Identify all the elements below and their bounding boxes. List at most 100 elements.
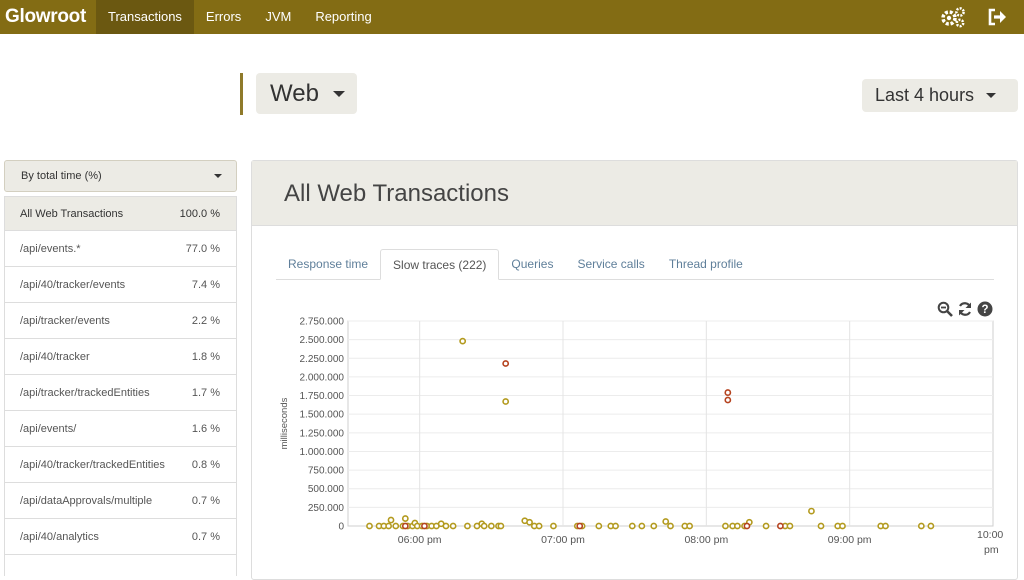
- trace-point: [535, 522, 543, 530]
- transaction-item-all[interactable]: All Web Transactions 100.0 %: [5, 197, 236, 231]
- x-tick-label: pm: [984, 544, 999, 556]
- y-tick-label: 250.000: [308, 503, 345, 514]
- nav-transactions[interactable]: Transactions: [95, 0, 194, 34]
- chart-svg[interactable]: 0 250.000 500.000 750.000 1.000.000 1.250.000…: [252, 311, 1017, 571]
- trace-point: [882, 522, 889, 530]
- trace-point: [662, 518, 670, 525]
- transaction-item[interactable]: /api/events.* 77.0 %: [5, 231, 236, 267]
- tab-slow-traces[interactable]: Slow traces (222): [380, 249, 500, 280]
- top-navbar: Glowroot Transactions Errors JVM Reporti…: [0, 0, 1024, 34]
- transaction-name: /api/40/tracker/trackedEntities: [20, 458, 165, 471]
- tab-queries[interactable]: Queries: [499, 249, 565, 279]
- transaction-percent: 2.2 %: [191, 314, 220, 327]
- nav-errors[interactable]: Errors: [194, 0, 253, 34]
- trace-point: [762, 522, 770, 530]
- transaction-percent: 0.7 %: [191, 530, 220, 543]
- transaction-name: /api/events/: [20, 422, 77, 435]
- trace-point: [733, 522, 741, 530]
- y-tick-label: 2.250.000: [300, 354, 345, 365]
- trace-point: [686, 522, 694, 530]
- y-tick-label: 1.250.000: [300, 428, 345, 439]
- transaction-percent: 100.0 %: [179, 207, 220, 220]
- trace-point: [743, 522, 751, 530]
- transaction-name: /api/events.*: [20, 242, 81, 255]
- transaction-item[interactable]: /api/40/tracker/trackedEntities 0.8 %: [5, 447, 236, 483]
- main-panel: All Web Transactions Response time Slow …: [251, 160, 1018, 580]
- sort-by-select[interactable]: By total time (%): [4, 160, 237, 192]
- transaction-item[interactable]: /api/40/analytics 0.7 %: [5, 519, 236, 555]
- transaction-percent: 77.0 %: [185, 242, 220, 255]
- trace-point: [449, 522, 457, 530]
- transaction-item[interactable]: /api/40/tracker 1.8 %: [5, 339, 236, 375]
- tab-service-calls[interactable]: Service calls: [565, 249, 656, 279]
- settings-icon[interactable]: [940, 6, 966, 28]
- y-axis-label: milliseconds: [279, 397, 290, 449]
- time-range-dropdown[interactable]: Last 4 hours: [862, 79, 1018, 112]
- transaction-percent: 0.7 %: [191, 494, 220, 507]
- transaction-percent: 1.7 %: [191, 386, 220, 399]
- trace-point: [927, 522, 935, 530]
- transaction-name: /api/tracker/trackedEntities: [20, 386, 150, 399]
- trace-point: [724, 389, 732, 396]
- trace-point: [667, 522, 674, 530]
- trace-point: [464, 522, 471, 530]
- nav-jvm[interactable]: JVM: [253, 0, 303, 34]
- brand-logo[interactable]: Glowroot: [0, 0, 96, 34]
- transaction-type-dropdown[interactable]: Web: [256, 73, 357, 114]
- trace-point: [421, 522, 428, 530]
- y-tick-label: 2.500.000: [300, 335, 345, 346]
- transaction-name: /api/40/analytics: [20, 530, 99, 543]
- transaction-item[interactable]: /api/events/ 1.6 %: [5, 411, 236, 447]
- transaction-type-label: Web: [270, 79, 319, 107]
- trace-point: [526, 518, 533, 526]
- y-tick-label: 2.000.000: [300, 372, 345, 383]
- nav-icons: [940, 0, 1008, 34]
- y-tick-label: 750.000: [308, 466, 345, 477]
- caret-down-icon: [986, 93, 997, 98]
- y-tick-label: 1.750.000: [300, 391, 345, 402]
- trace-point: [638, 522, 646, 530]
- title-divider: [240, 73, 243, 115]
- trace-point: [776, 522, 784, 530]
- trace-point: [628, 522, 636, 530]
- tab-bar: Response time Slow traces (222) Queries …: [276, 249, 994, 280]
- trace-point: [817, 522, 825, 530]
- trace-point: [392, 522, 400, 530]
- transaction-percent: 0.8 %: [191, 458, 220, 471]
- sign-out-icon[interactable]: [988, 8, 1008, 26]
- panel-header: All Web Transactions: [252, 161, 1017, 226]
- trace-point: [497, 522, 505, 530]
- y-tick-label: 2.750.000: [300, 317, 345, 328]
- sort-by-label: By total time (%): [21, 170, 102, 182]
- transaction-item[interactable]: /api/40/tracker/events 7.4 %: [5, 267, 236, 303]
- trace-point: [366, 522, 373, 530]
- x-tick-label: 06:00 pm: [398, 534, 442, 546]
- time-range-label: Last 4 hours: [875, 85, 975, 105]
- transaction-item[interactable]: /api/dataApprovals/multiple 0.7 %: [5, 483, 236, 519]
- transaction-item[interactable]: /api/tracker/trackedEntities 1.7 %: [5, 375, 236, 411]
- trace-point: [442, 522, 450, 530]
- transaction-percent: 7.4 %: [191, 278, 220, 291]
- trace-point: [502, 360, 510, 367]
- trace-point: [650, 522, 658, 530]
- transaction-name: /api/40/tracker/events: [20, 278, 126, 291]
- transaction-name: All Web Transactions: [20, 207, 124, 220]
- transaction-item[interactable]: /api/tracker/events 2.2 %: [5, 303, 236, 339]
- slow-traces-chart[interactable]: 0 250.000 500.000 750.000 1.000.000 1.250.000…: [252, 311, 1017, 576]
- y-tick-label: 1.000.000: [300, 447, 345, 458]
- nav-reporting[interactable]: Reporting: [303, 0, 383, 34]
- transaction-name: /api/40/tracker: [20, 350, 90, 363]
- tab-thread-profile[interactable]: Thread profile: [657, 249, 755, 279]
- page-title: All Web Transactions: [284, 180, 509, 207]
- tab-response-time[interactable]: Response time: [276, 249, 380, 279]
- x-tick-label: 10:00: [977, 529, 1003, 541]
- trace-point: [917, 522, 925, 530]
- transaction-name: /api/tracker/events: [20, 314, 110, 327]
- trace-point: [595, 522, 603, 530]
- trace-point: [480, 522, 488, 530]
- trace-point: [401, 522, 409, 530]
- plot-area: [347, 320, 994, 527]
- transaction-percent: 1.8 %: [191, 350, 220, 363]
- y-tick-label: 0: [338, 522, 344, 533]
- trace-point: [387, 516, 395, 524]
